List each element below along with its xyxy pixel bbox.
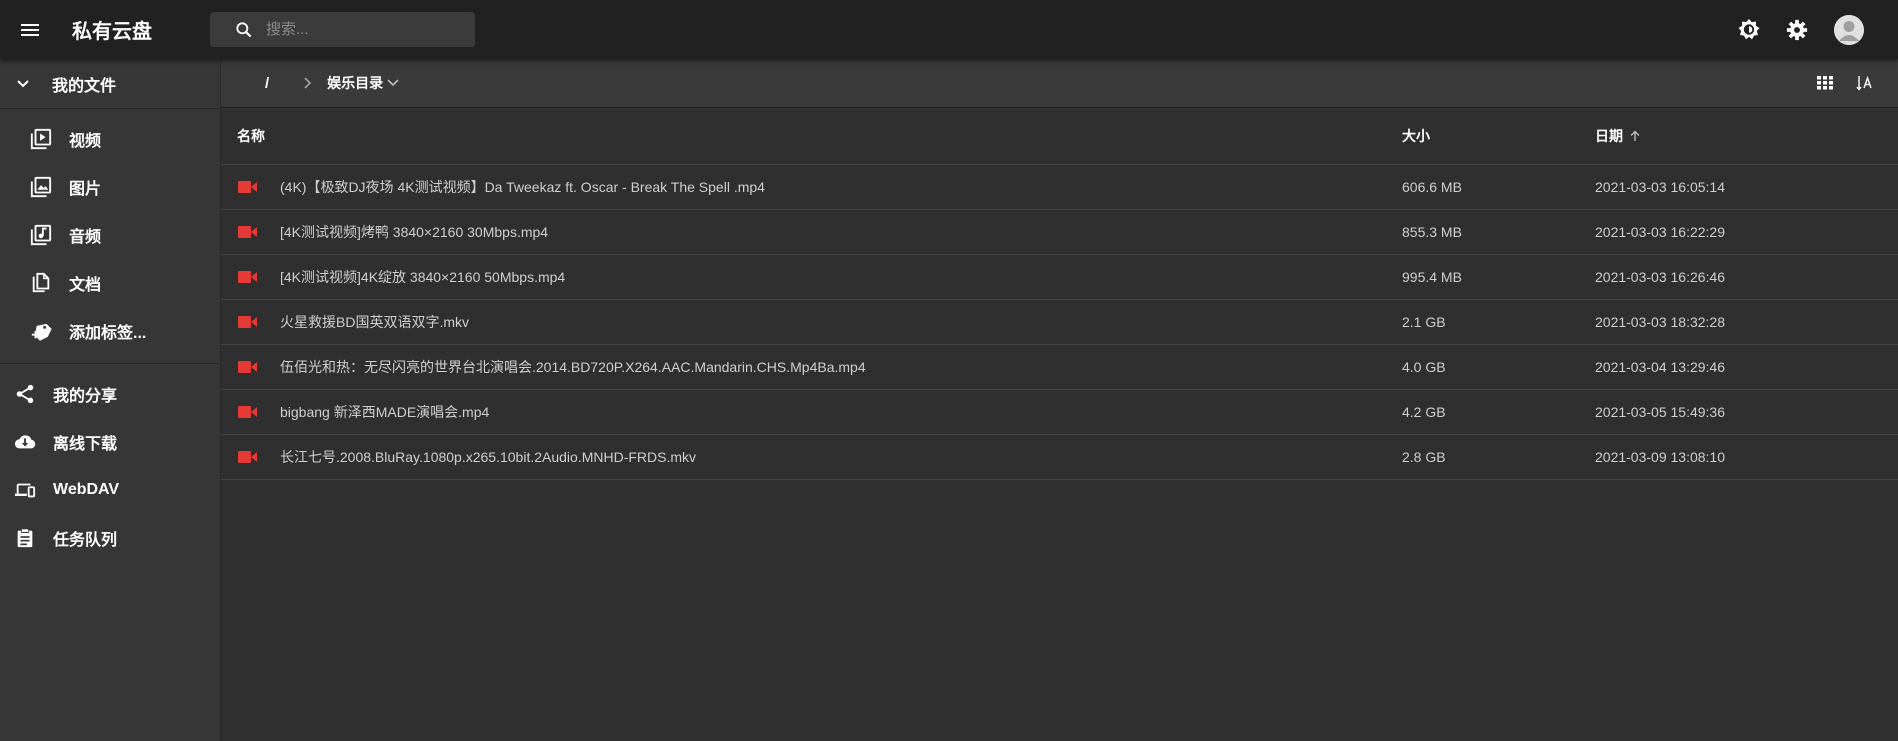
table-row[interactable]: 伍佰光和热：无尽闪亮的世界台北演唱会.2014.BD720P.X264.AAC.… xyxy=(221,345,1898,390)
cloud-download-icon xyxy=(13,430,37,454)
breadcrumb: / 娱乐目录 xyxy=(221,59,1898,108)
sidebar-item-label: 离线下载 xyxy=(53,436,118,453)
sidebar-item-offline-download[interactable]: 离线下载 xyxy=(0,418,220,466)
column-header-date-label: 日期 xyxy=(1595,128,1623,144)
sidebar-item-label: 文档 xyxy=(69,277,102,294)
sidebar-item-task-queue[interactable]: 任务队列 xyxy=(0,514,220,562)
settings-gear-icon[interactable] xyxy=(1784,17,1810,43)
sidebar-item-label: 任务队列 xyxy=(53,532,118,549)
file-table: 名称 大小 日期 (4K)【极致DJ夜场 4K测试视频】Da Tweekaz f… xyxy=(221,108,1898,480)
video-library-icon xyxy=(29,127,53,151)
file-name: 长江七号.2008.BluRay.1080p.x265.10bit.2Audio… xyxy=(280,449,697,465)
file-name: 伍佰光和热：无尽闪亮的世界台北演唱会.2014.BD720P.X264.AAC.… xyxy=(280,359,866,375)
file-date: 2021-03-03 16:05:14 xyxy=(1595,179,1725,195)
video-file-icon xyxy=(238,405,258,419)
search-input[interactable] xyxy=(264,20,468,39)
sidebar-item-add-tag[interactable]: 添加标签... xyxy=(0,307,220,355)
video-file-icon xyxy=(238,180,258,194)
user-avatar[interactable] xyxy=(1834,14,1864,45)
sidebar: 我的文件 视频 图片 音频 文档 添加标签... 我的分享 离线下载 WebDA… xyxy=(0,59,221,741)
sidebar-item-my-shares[interactable]: 我的分享 xyxy=(0,370,220,418)
app-bar: 私有云盘 xyxy=(0,0,1898,59)
video-file-icon xyxy=(238,360,258,374)
sidebar-item-label: 我的分享 xyxy=(53,388,118,405)
sidebar-my-files[interactable]: 我的文件 xyxy=(0,59,220,109)
file-size: 2.1 GB xyxy=(1402,314,1446,330)
file-name: 火星救援BD国英双语双字.mkv xyxy=(280,314,469,330)
sidebar-divider xyxy=(0,363,220,364)
table-row[interactable]: [4K测试视频]烤鸭 3840×2160 30Mbps.mp4 855.3 MB… xyxy=(221,210,1898,255)
file-date: 2021-03-03 16:26:46 xyxy=(1595,269,1725,285)
sidebar-item-label: 视频 xyxy=(69,133,102,150)
file-name: [4K测试视频]4K绽放 3840×2160 50Mbps.mp4 xyxy=(280,269,566,285)
table-row[interactable]: bigbang 新泽西MADE演唱会.mp4 4.2 GB 2021-03-05… xyxy=(221,390,1898,435)
column-header-size[interactable]: 大小 xyxy=(1402,126,1595,146)
file-size: 855.3 MB xyxy=(1402,224,1462,240)
main-content: / 娱乐目录 名称 大小 日期 (4K)【极致DJ夜场 4K测试视频】Da Tw… xyxy=(221,59,1898,741)
menu-icon[interactable] xyxy=(15,15,45,45)
sidebar-my-files-label: 我的文件 xyxy=(52,77,117,95)
breadcrumb-current-label: 娱乐目录 xyxy=(327,75,384,91)
search-box[interactable] xyxy=(210,12,475,47)
chevron-down-icon xyxy=(387,79,399,87)
share-icon xyxy=(13,382,37,406)
grid-view-icon[interactable] xyxy=(1814,72,1836,94)
sidebar-item-videos[interactable]: 视频 xyxy=(0,115,220,163)
file-date: 2021-03-09 13:08:10 xyxy=(1595,449,1725,465)
file-size: 2.8 GB xyxy=(1402,449,1446,465)
file-date: 2021-03-03 18:32:28 xyxy=(1595,314,1725,330)
video-file-icon xyxy=(238,270,258,284)
devices-icon xyxy=(13,478,37,502)
file-name: bigbang 新泽西MADE演唱会.mp4 xyxy=(280,404,490,420)
task-queue-icon xyxy=(13,526,37,550)
theme-brightness-icon[interactable] xyxy=(1736,17,1762,43)
file-date: 2021-03-04 13:29:46 xyxy=(1595,359,1725,375)
music-library-icon xyxy=(29,223,53,247)
sidebar-item-webdav[interactable]: WebDAV xyxy=(0,466,220,514)
sidebar-item-label: 音频 xyxy=(69,229,102,246)
breadcrumb-current-folder[interactable]: 娱乐目录 xyxy=(327,73,399,93)
sidebar-item-label: 添加标签... xyxy=(69,325,147,342)
table-header: 名称 大小 日期 xyxy=(221,108,1898,165)
file-size: 606.6 MB xyxy=(1402,179,1462,195)
table-row[interactable]: 长江七号.2008.BluRay.1080p.x265.10bit.2Audio… xyxy=(221,435,1898,480)
add-tag-icon xyxy=(29,319,53,343)
sidebar-item-audio[interactable]: 音频 xyxy=(0,211,220,259)
table-row[interactable]: 火星救援BD国英双语双字.mkv 2.1 GB 2021-03-03 18:32… xyxy=(221,300,1898,345)
app-title: 私有云盘 xyxy=(72,21,152,43)
file-date: 2021-03-05 15:49:36 xyxy=(1595,404,1725,420)
column-header-date[interactable]: 日期 xyxy=(1595,126,1641,146)
documents-icon xyxy=(29,271,53,295)
table-row[interactable]: (4K)【极致DJ夜场 4K测试视频】Da Tweekaz ft. Oscar … xyxy=(221,165,1898,210)
sidebar-item-label: 图片 xyxy=(69,181,102,198)
file-date: 2021-03-03 16:22:29 xyxy=(1595,224,1725,240)
video-file-icon xyxy=(238,225,258,239)
file-size: 995.4 MB xyxy=(1402,269,1462,285)
video-file-icon xyxy=(238,450,258,464)
chevron-down-icon xyxy=(16,79,36,89)
table-row[interactable]: [4K测试视频]4K绽放 3840×2160 50Mbps.mp4 995.4 … xyxy=(221,255,1898,300)
sidebar-item-images[interactable]: 图片 xyxy=(0,163,220,211)
sort-by-alpha-icon[interactable] xyxy=(1854,72,1876,94)
file-size: 4.0 GB xyxy=(1402,359,1446,375)
file-name: [4K测试视频]烤鸭 3840×2160 30Mbps.mp4 xyxy=(280,224,549,240)
chevron-right-icon xyxy=(303,76,317,90)
search-icon xyxy=(234,19,256,41)
sort-ascending-arrow-icon xyxy=(1629,130,1641,142)
sidebar-item-documents[interactable]: 文档 xyxy=(0,259,220,307)
file-name: (4K)【极致DJ夜场 4K测试视频】Da Tweekaz ft. Oscar … xyxy=(280,179,765,195)
video-file-icon xyxy=(238,315,258,329)
column-header-name[interactable]: 名称 xyxy=(221,126,1402,146)
breadcrumb-root[interactable]: / xyxy=(265,75,269,92)
image-library-icon xyxy=(29,175,53,199)
file-size: 4.2 GB xyxy=(1402,404,1446,420)
sidebar-item-label: WebDAV xyxy=(53,481,120,498)
